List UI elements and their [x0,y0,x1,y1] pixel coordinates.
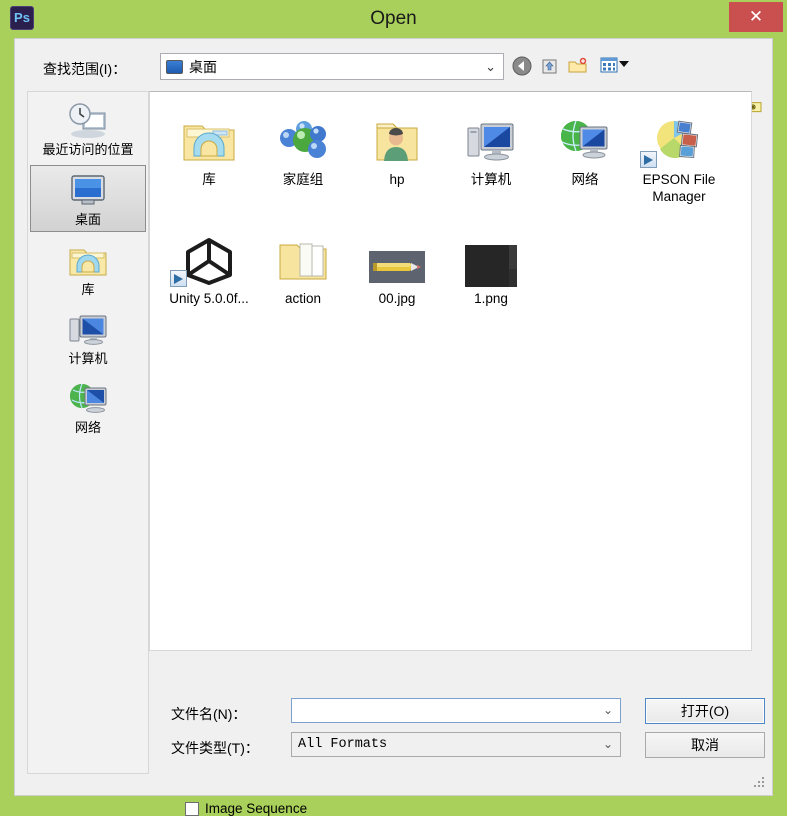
chevron-down-icon[interactable]: ⌄ [603,703,613,717]
list-item[interactable]: 00.jpg [350,219,444,307]
resize-grip[interactable] [752,775,766,789]
sidebar-item-label: 网络 [74,420,101,435]
sidebar-item-recent-places[interactable]: 最近访问的位置 [30,96,146,161]
list-item[interactable]: Unity 5.0.0f... [162,219,256,307]
look-in-combobox[interactable]: 桌面 ⌄ [160,53,504,80]
list-item[interactable]: EPSON File Manager [632,100,726,205]
homegroup-icon [256,100,350,168]
file-name: 1.png [474,291,508,306]
shortcut-arrow-icon [640,151,657,168]
file-type-label: 文件类型(T)： [171,740,259,756]
chevron-down-icon[interactable] [619,61,629,67]
up-folder-icon[interactable] [539,55,561,77]
file-name-label: 文件名(N)： [171,706,247,722]
file-name: EPSON File Manager [642,172,716,204]
sidebar-item-libraries[interactable]: 库 [30,236,146,301]
file-name: 库 [202,172,216,187]
file-name: 计算机 [470,172,512,187]
file-name: 网络 [571,172,599,187]
network-icon [30,378,146,420]
file-name: action [284,291,322,306]
file-name: hp [389,172,405,187]
recent-places-icon [30,100,146,142]
folder-icon [256,219,350,287]
title-bar: Ps Open ✕ [0,0,787,38]
image-thumbnail-dark [444,219,538,287]
computer-icon [30,309,146,351]
chevron-down-icon[interactable]: ⌄ [485,59,496,75]
computer-icon [444,100,538,168]
list-item[interactable]: 库 [162,100,256,205]
file-name-input[interactable]: ⌄ [291,698,621,723]
desktop-icon [166,59,183,74]
file-type-select[interactable]: All Formats ⌄ [291,732,621,757]
list-item[interactable]: action [256,219,350,307]
file-grid: 库 家庭组 hp 计算机 网络 EPSON File Manager Unity… [162,100,742,321]
image-sequence-checkbox[interactable] [185,801,199,816]
list-item[interactable]: 家庭组 [256,100,350,205]
image-sequence-option[interactable]: Image Sequence [185,801,307,816]
sidebar-item-computer[interactable]: 计算机 [30,305,146,370]
epson-file-manager-icon [632,100,726,168]
image-thumbnail-pencil [350,219,444,287]
open-button[interactable]: 打开(O) [645,698,765,724]
desktop-icon [31,170,145,212]
shortcut-arrow-icon [170,270,187,287]
list-item[interactable]: hp [350,100,444,205]
unity-icon [162,219,256,287]
sidebar-item-label: 桌面 [74,212,101,227]
file-name: Unity 5.0.0f... [169,291,249,306]
sidebar-item-label: 计算机 [68,351,108,366]
back-icon[interactable] [511,55,533,77]
sidebar-item-desktop[interactable]: 桌面 [30,165,146,232]
places-sidebar: 最近访问的位置 桌面 库 计算机 网络 [27,91,149,774]
file-name: 00.jpg [378,291,416,306]
libraries-icon [30,240,146,282]
list-item[interactable]: 1.png [444,219,538,307]
sidebar-item-label: 最近访问的位置 [42,142,134,157]
views-icon[interactable] [599,55,621,77]
sidebar-item-label: 库 [81,282,95,297]
look-in-value: 桌面 [189,58,217,75]
file-type-value: All Formats [298,737,388,752]
network-icon [538,100,632,168]
cancel-button[interactable]: 取消 [645,732,765,758]
list-item[interactable]: 网络 [538,100,632,205]
user-folder-icon [350,100,444,168]
new-folder-icon[interactable] [567,55,589,77]
dialog-body: 查找范围(I)： 桌面 ⌄ 最近访问的位置 桌面 库 计算机 网络 库 家庭组 … [14,38,773,816]
close-button[interactable]: ✕ [729,2,783,32]
list-item[interactable]: 计算机 [444,100,538,205]
chevron-down-icon[interactable]: ⌄ [603,737,613,751]
library-folder-icon [162,100,256,168]
look-in-label: 查找范围(I)： [43,61,127,77]
file-list-panel[interactable]: 库 家庭组 hp 计算机 网络 EPSON File Manager Unity… [149,91,752,651]
open-dialog-window: Ps Open ✕ 查找范围(I)： 桌面 ⌄ 最近访问的位置 桌面 库 计算机… [0,0,787,816]
sidebar-item-network[interactable]: 网络 [30,374,146,439]
file-name: 家庭组 [282,172,324,187]
window-title: Open [370,8,417,29]
image-sequence-label: Image Sequence [205,801,308,816]
